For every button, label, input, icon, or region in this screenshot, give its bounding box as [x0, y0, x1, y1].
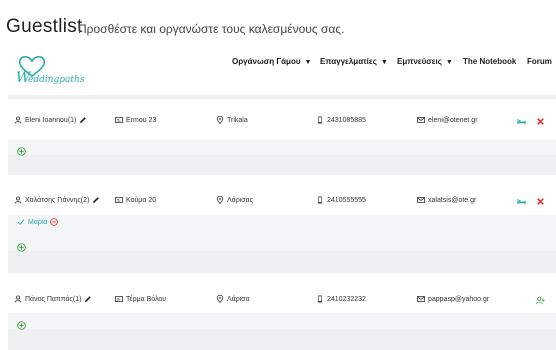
guest-card: Πάνος Παππάς(1) Τέρμα Βόλου Λάρισα 24102…	[8, 273, 556, 330]
guest-card: Eleni Ioannou(1) Ermou 23 Trikala 243108…	[8, 99, 556, 156]
pencil-icon[interactable]	[92, 196, 100, 204]
guest-phone: 2410555555	[316, 196, 366, 204]
add-user-icon[interactable]	[535, 295, 545, 305]
mobile-phone-icon	[318, 116, 322, 124]
guest-address: Τέρμα Βόλου	[115, 295, 166, 303]
guest-row: Χαλάτσης Γιάννης(2) Κούμα 20 Λάρισας 241…	[8, 175, 556, 215]
add-companion-icon[interactable]	[17, 239, 26, 252]
page-title: Guestlist	[6, 16, 83, 37]
chevron-down-icon: ▼	[304, 59, 312, 66]
nav-item-forum[interactable]: Forum	[527, 57, 552, 66]
guest-city: Λάρισας	[216, 196, 253, 204]
checkmark-icon	[17, 219, 25, 226]
guest-email: pappasp@yahoo.gr	[417, 295, 489, 303]
guest-name[interactable]: Eleni Ioannou(1)	[14, 116, 87, 124]
guest-row: Πάνος Παππάς(1) Τέρμα Βόλου Λάρισα 24102…	[8, 273, 556, 313]
page-header: Guestlist Προσθέστε και οργανώστε τους κ…	[0, 0, 556, 42]
guest-address: Κούμα 20	[115, 196, 156, 204]
pencil-icon[interactable]	[84, 295, 92, 303]
companion-item: Μαρία	[17, 218, 59, 226]
card-footer	[8, 139, 556, 156]
chevron-down-icon: ▼	[445, 59, 453, 66]
delete-icon[interactable]	[535, 116, 545, 126]
weddingpaths-logo[interactable]: W eddingpaths	[14, 52, 94, 86]
guest-phone: 2410232232	[316, 295, 366, 303]
logo-heart-icon: W eddingpaths	[16, 55, 85, 86]
nav-item-notebook[interactable]: The Notebook	[463, 57, 516, 66]
envelope-icon	[417, 197, 425, 203]
guest-card: Χαλάτσης Γιάννης(2) Κούμα 20 Λάρισας 241…	[8, 175, 556, 252]
chevron-down-icon: ▼	[380, 59, 388, 66]
guest-email: eleni@otenet.gr	[417, 116, 478, 124]
map-pin-icon	[216, 196, 224, 204]
nav-item-wedding-planning[interactable]: Οργάνωση Γάμου ▼	[232, 57, 311, 66]
guest-name[interactable]: Χαλάτσης Γιάννης(2)	[14, 196, 100, 204]
guest-phone: 2431085885	[316, 116, 366, 124]
guest-list: Eleni Ioannou(1) Ermou 23 Trikala 243108…	[8, 95, 556, 350]
nav-item-professionals[interactable]: Επαγγελματίες ▼	[320, 57, 388, 66]
add-companion-icon[interactable]	[17, 317, 26, 330]
nav-item-inspirations[interactable]: Εμπνεύσεις ▼	[397, 57, 453, 66]
envelope-icon	[417, 117, 425, 123]
mobile-phone-icon	[318, 196, 322, 204]
mobile-phone-icon	[318, 295, 322, 303]
guest-row: Eleni Ioannou(1) Ermou 23 Trikala 243108…	[8, 99, 556, 139]
guest-name[interactable]: Πάνος Παππάς(1)	[14, 295, 92, 303]
card-footer	[8, 313, 556, 330]
id-card-icon	[115, 117, 123, 123]
bed-icon[interactable]	[516, 196, 526, 206]
map-pin-icon	[216, 295, 224, 303]
guest-email: xalatsis@ote.gr	[417, 196, 476, 204]
logo-text: eddingpaths	[28, 75, 85, 85]
user-icon	[14, 295, 22, 303]
pencil-icon[interactable]	[79, 116, 87, 124]
remove-companion-icon[interactable]	[50, 218, 59, 226]
guest-city: Trikala	[216, 116, 248, 124]
id-card-icon	[115, 197, 123, 203]
add-companion-icon[interactable]	[17, 143, 26, 156]
bed-icon[interactable]	[516, 116, 526, 126]
guest-city: Λάρισα	[216, 295, 250, 303]
id-card-icon	[115, 296, 123, 302]
companion-name: Μαρία	[28, 218, 48, 226]
map-pin-icon	[216, 116, 224, 124]
delete-icon[interactable]	[535, 196, 545, 206]
page-subtitle: Προσθέστε και οργανώστε τους καλεσμένους…	[78, 22, 345, 36]
main-navbar: W eddingpaths Οργάνωση Γάμου ▼ Επαγγελματ…	[0, 42, 556, 94]
card-footer: Μαρία	[8, 215, 556, 252]
user-icon	[14, 116, 22, 124]
guest-address: Ermou 23	[115, 116, 156, 124]
user-icon	[14, 196, 22, 204]
envelope-icon	[417, 296, 425, 302]
